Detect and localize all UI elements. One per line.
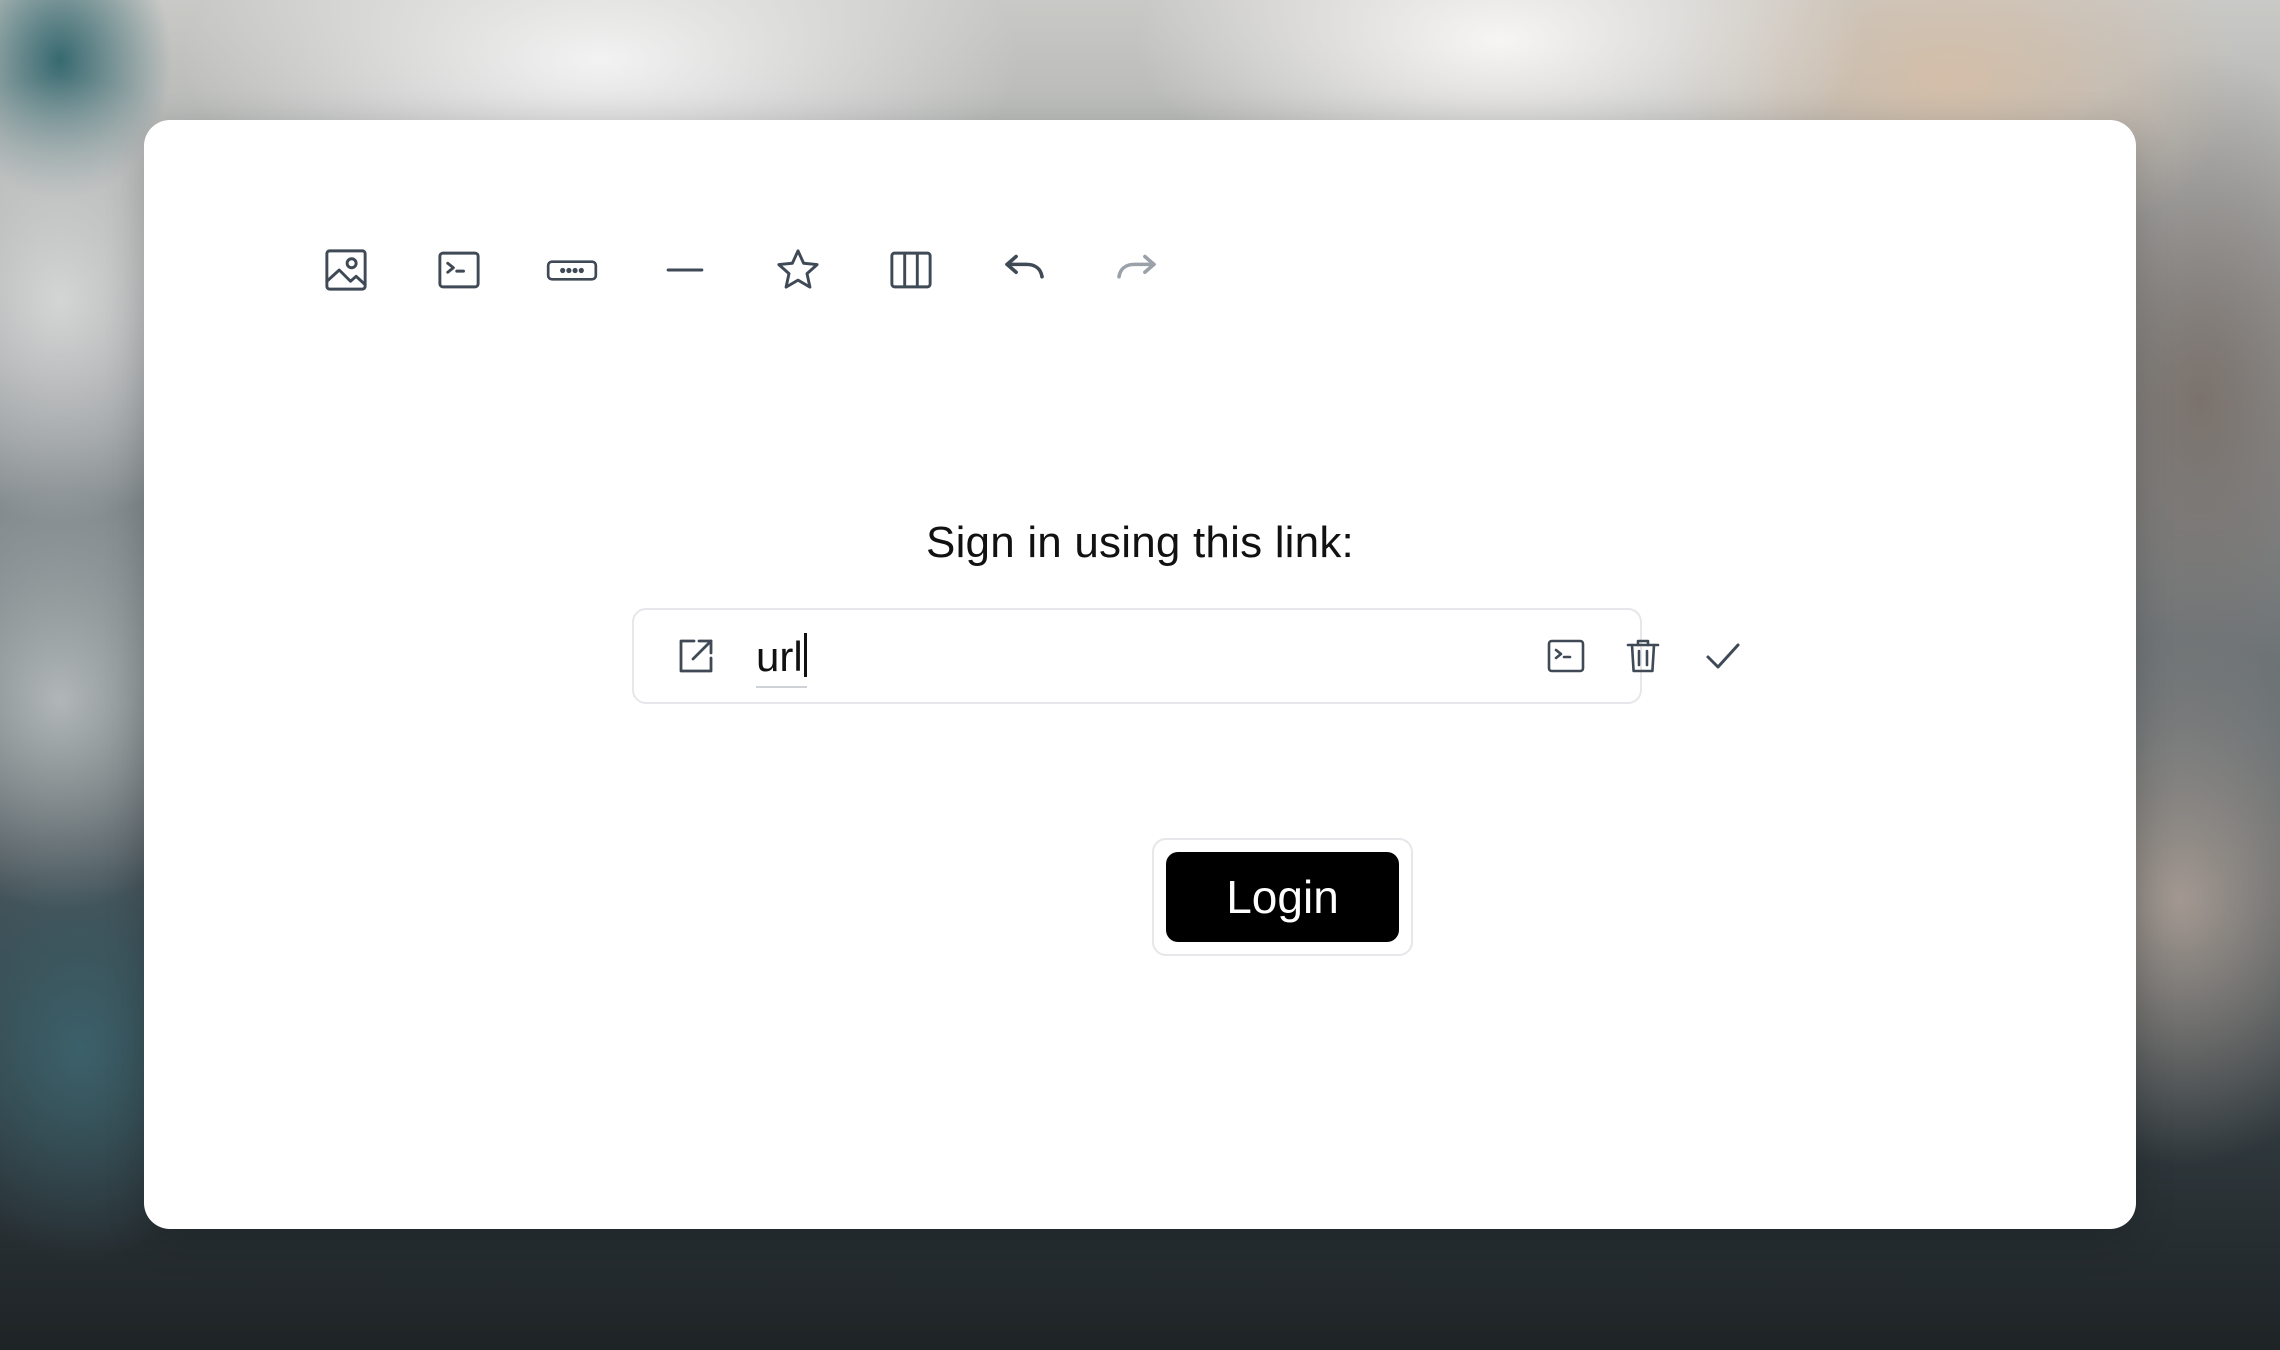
check-icon [1706,643,1740,669]
open-link-button[interactable] [668,628,724,684]
signin-heading: Sign in using this link: [926,518,1354,567]
redo-icon [1116,254,1156,279]
link-code-button[interactable] [1538,628,1594,684]
columns-icon [889,251,932,289]
horizontal-rule-icon [666,268,703,272]
link-editor-bar: url [632,608,1740,704]
image-icon [324,249,367,291]
open-link-icon [679,639,713,673]
code-icon [1547,639,1585,673]
editor-window: Sign in using this link: url Login [144,120,2136,1229]
insert-divider-button[interactable] [628,234,741,306]
login-button-block: Login [1152,838,1413,956]
trash-icon [1626,639,1660,673]
redo-button[interactable] [1080,234,1193,306]
insert-columns-button[interactable] [854,234,967,306]
url-input[interactable]: url [756,628,807,688]
insert-image-button[interactable] [289,234,402,306]
favorite-button[interactable] [741,234,854,306]
delete-link-button[interactable] [1615,628,1671,684]
login-button[interactable]: Login [1166,852,1399,942]
editor-toolbar [289,234,1193,306]
code-block-icon [437,251,480,289]
insert-code-block-button[interactable] [402,234,515,306]
confirm-link-button[interactable] [1695,628,1751,684]
undo-icon [1004,254,1044,279]
insert-button-button[interactable] [515,234,628,306]
undo-button[interactable] [967,234,1080,306]
star-icon [776,249,819,289]
button-icon [546,260,597,281]
